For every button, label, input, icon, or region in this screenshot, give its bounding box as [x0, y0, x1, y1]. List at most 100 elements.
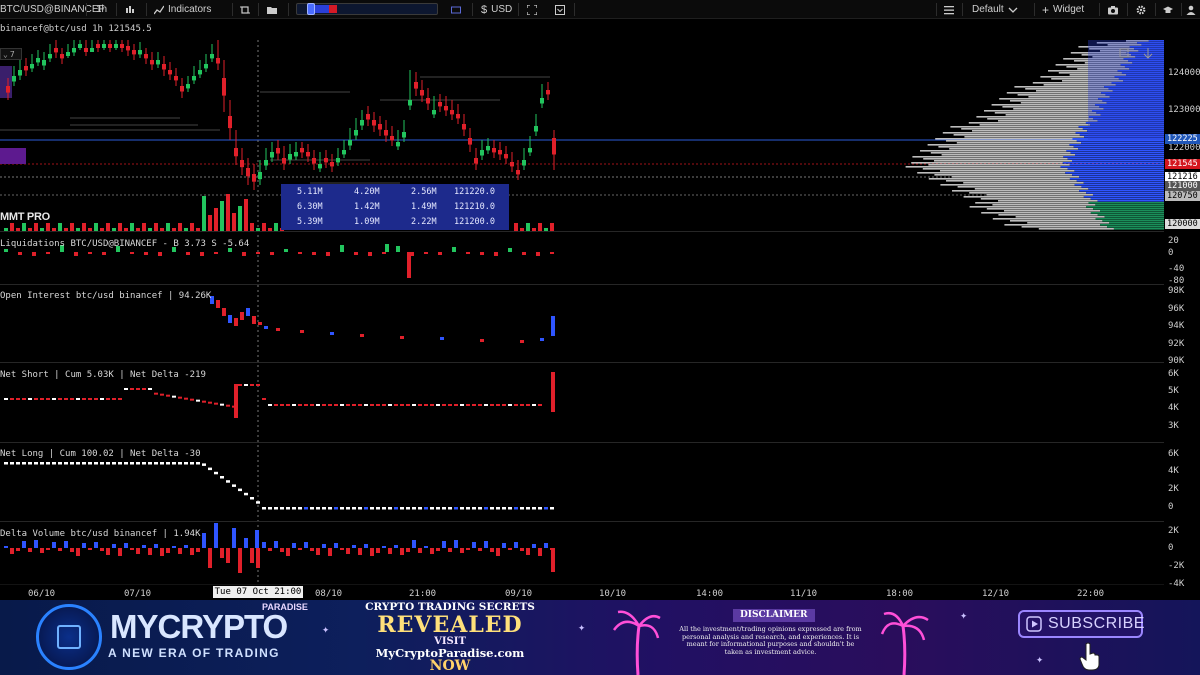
candle-body [18, 70, 22, 76]
subscribe-button[interactable]: SUBSCRIBE [1018, 610, 1144, 638]
net-short-candle [502, 404, 506, 406]
candle-body [420, 90, 424, 96]
learn-button[interactable] [1163, 0, 1173, 19]
volume-profile-bar [930, 152, 1071, 154]
net-long-candle [130, 462, 134, 465]
net-short-candle [148, 388, 152, 390]
candle-body [42, 60, 46, 66]
time-cursor-label: Tue 07 Oct 21:00 [213, 586, 303, 598]
net-short-candle [448, 404, 452, 406]
net-long-candle [352, 507, 356, 510]
net-short-candle [304, 404, 308, 406]
candle-body [258, 172, 262, 180]
net-short-candle [46, 398, 50, 400]
volume-profile-bar [998, 214, 1098, 216]
volume-profile-bar [940, 184, 1075, 186]
delta-volume-bar [262, 542, 266, 548]
volume-bar [46, 223, 50, 231]
net-long-candle [226, 480, 230, 483]
volume-profile-bar [1086, 192, 1164, 194]
tooltip-cell: 121210.0 [454, 202, 495, 212]
pane-divider[interactable] [0, 442, 1164, 443]
volume-profile-bar [961, 128, 1083, 130]
volume-profile-bar [1113, 228, 1164, 230]
net-short-candle [64, 398, 68, 400]
pane-divider[interactable] [0, 362, 1164, 363]
net-long-candle [16, 462, 20, 465]
net-short-candle [508, 404, 512, 406]
volume-profile-bar [1093, 208, 1164, 210]
liquidation-bar [130, 252, 134, 254]
time-tick: 18:00 [886, 589, 914, 599]
volume-profile-bar [1004, 224, 1101, 226]
open-interest-candle [228, 315, 232, 323]
candle-body [60, 54, 64, 59]
candle-body [450, 110, 454, 115]
candle-body [72, 48, 76, 53]
time-tick: 08/10 [315, 589, 343, 599]
liquidation-bar [466, 252, 470, 254]
liquidations-label: Liquidations BTC/USD@BINANCEF - B 3.73 S… [0, 239, 250, 249]
net-long-candle [340, 507, 344, 510]
volume-bar [214, 208, 218, 231]
volume-profile-bar [1063, 156, 1164, 158]
volume-bar [550, 223, 554, 231]
volume-profile-bar [998, 200, 1098, 202]
palm-tree-icon [880, 612, 929, 675]
net-long-candle [238, 488, 242, 492]
promo-headline: REVEALED [377, 612, 523, 638]
delta-volume-bar [472, 542, 476, 548]
volume-bar [514, 223, 518, 231]
net-long-candle [208, 467, 212, 471]
net-short-tick: 5K [1168, 386, 1179, 396]
time-tick: 09/10 [505, 589, 533, 599]
pane-divider[interactable] [0, 284, 1164, 285]
volume-profile-bar [905, 166, 1061, 168]
delta-volume-bar [178, 548, 182, 554]
disclaimer-title: DISCLAIMER [733, 609, 815, 622]
candle-body [510, 162, 514, 167]
candle-body [456, 114, 460, 119]
delta-volume-bar [34, 540, 38, 548]
net-short-candle [106, 398, 110, 400]
volume-bar [202, 196, 206, 231]
net-short-candle [364, 404, 368, 406]
net-long-candle [454, 507, 458, 510]
net-short-candle [112, 398, 116, 400]
liquidation-bar [186, 252, 190, 255]
net-long-candle [496, 507, 500, 510]
pane-divider[interactable] [0, 231, 1164, 232]
net-short-candle [172, 395, 176, 398]
delta-volume-label: Delta Volume btc/usd binancef | 1.94K [0, 529, 201, 539]
delta-volume-bar [370, 548, 374, 556]
candle-body [396, 142, 400, 147]
volume-profile-bar [1078, 148, 1164, 150]
net-long-tick: 4K [1168, 466, 1179, 476]
delta-volume-bar [244, 538, 248, 548]
liquidation-bar [452, 247, 456, 252]
delta-volume-bar [532, 544, 536, 548]
volume-profile-bar [1070, 152, 1164, 154]
net-short-candle [214, 402, 218, 405]
candle-body [246, 168, 250, 177]
net-short-candle [34, 398, 38, 400]
tooltip-cell: 1.42M [354, 202, 380, 212]
candle-body [516, 170, 520, 175]
delta-volume-bar [40, 548, 44, 553]
time-tick: 14:00 [696, 589, 724, 599]
candle-body [276, 148, 280, 154]
user-button[interactable] [1186, 0, 1196, 19]
volume-profile-highlight [1088, 40, 1164, 140]
net-short-candle [124, 388, 128, 390]
candle-body [390, 136, 394, 141]
open-interest-candle [258, 322, 262, 325]
open-interest-candle [360, 334, 364, 337]
candle-body [216, 58, 220, 64]
volume-profile-bar [1027, 222, 1110, 224]
delta-volume-bar [274, 541, 278, 548]
delta-volume-bar [376, 548, 380, 553]
price-tag: 120000 [1165, 219, 1200, 229]
delta-volume-bar [436, 548, 440, 551]
candle-body [438, 102, 442, 107]
pane-divider[interactable] [0, 521, 1164, 522]
